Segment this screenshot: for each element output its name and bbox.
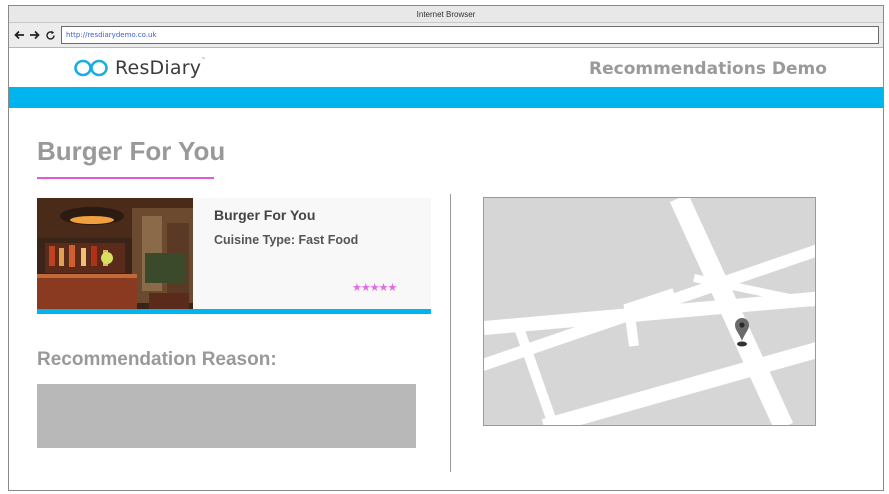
logo-trademark: ™ [201,57,207,63]
arrow-right-icon [29,30,40,40]
browser-nav-bar: http://resdiarydemo.co.uk [9,23,883,48]
map-view[interactable] [483,197,816,426]
address-bar[interactable]: http://resdiarydemo.co.uk [61,26,879,44]
accent-bar [9,87,883,108]
back-button[interactable] [12,27,26,43]
restaurant-name: Burger For You [214,207,316,223]
star-rating: ★★★★★ [352,281,397,294]
site-header: ResDiary™ Recommendations Demo [9,49,883,86]
cuisine-type: Cuisine Type: Fast Food [214,233,358,247]
browser-title-bar: Internet Browser [9,6,883,23]
recommendation-reason-box [37,384,416,448]
arrow-left-icon [13,30,24,40]
recommendation-reason-heading: Recommendation Reason: [37,349,277,370]
browser-title: Internet Browser [416,10,476,19]
reload-icon [45,30,55,40]
restaurant-photo [37,198,193,310]
page-title: Burger For You [37,136,226,166]
infinity-logo-icon [74,59,108,77]
restaurant-card[interactable]: Burger For You Cuisine Type: Fast Food ★… [37,198,431,314]
forward-button[interactable] [27,27,41,43]
logo-text: ResDiary™ [115,57,207,79]
card-accent-bar [37,309,431,314]
column-divider [450,194,451,472]
resdiary-logo[interactable]: ResDiary™ [73,57,206,79]
demo-title: Recommendations Demo [589,59,827,79]
title-underline [37,177,214,179]
browser-window: Internet Browser http://resdiarydemo.co.… [8,5,884,491]
cuisine-label: Cuisine Type: [214,233,296,247]
cuisine-value: Fast Food [298,233,359,247]
address-url: http://resdiarydemo.co.uk [66,31,157,39]
reload-button[interactable] [43,27,57,43]
